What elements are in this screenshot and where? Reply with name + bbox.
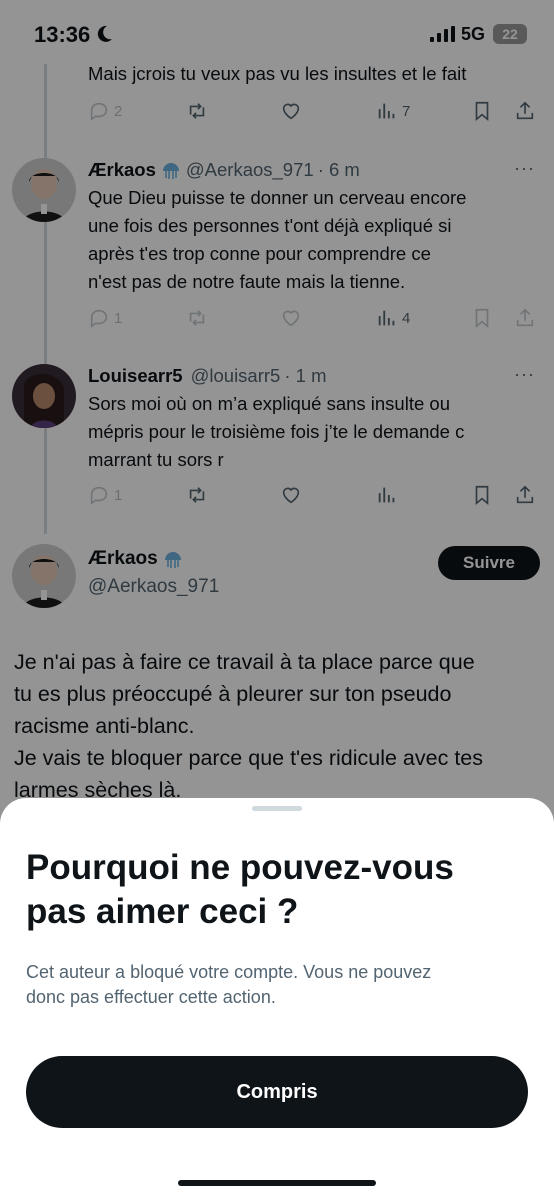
home-indicator[interactable]: [178, 1180, 376, 1186]
desc-line: donc pas effectuer cette action.: [26, 987, 276, 1007]
sheet-title: Pourquoi ne pouvez-vous pas aimer ceci ?: [26, 846, 536, 934]
sheet-description: Cet auteur a bloqué votre compte. Vous n…: [26, 960, 526, 1010]
confirm-button[interactable]: Compris: [26, 1056, 528, 1128]
title-line: pas aimer ceci ?: [26, 892, 299, 931]
sheet-grabber[interactable]: [252, 806, 302, 811]
bottom-sheet: Pourquoi ne pouvez-vous pas aimer ceci ?…: [0, 798, 554, 1200]
title-line: Pourquoi ne pouvez-vous: [26, 848, 454, 887]
desc-line: Cet auteur a bloqué votre compte. Vous n…: [26, 962, 432, 982]
